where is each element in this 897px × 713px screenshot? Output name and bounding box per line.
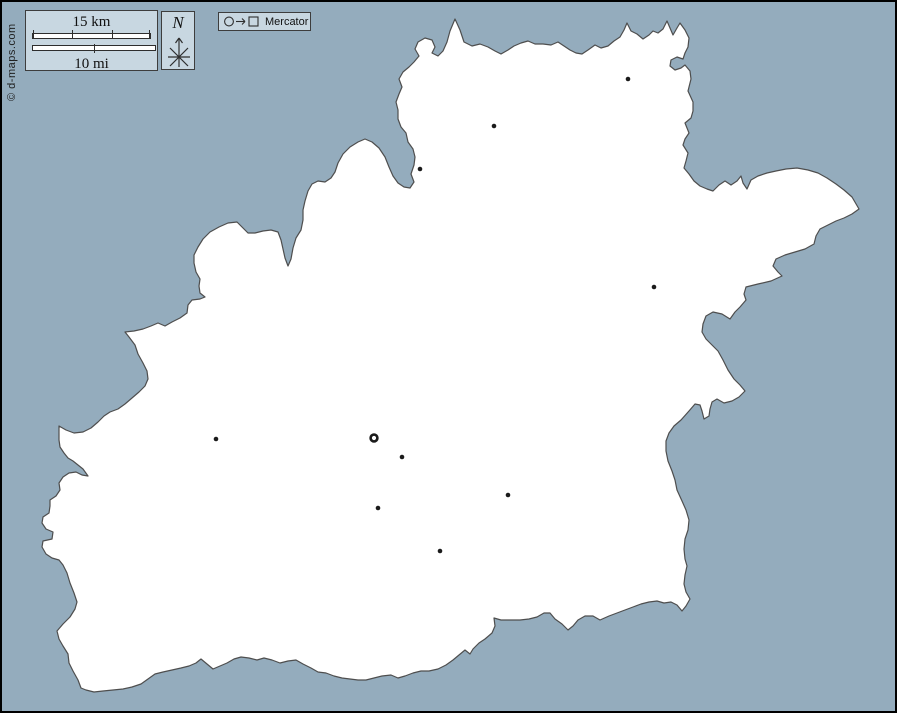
projection-label: Mercator [265,16,308,28]
scale-tick [149,30,150,39]
compass-rose-icon [162,34,196,71]
circle-icon [225,17,234,26]
city-dot [492,124,497,129]
city-dot [376,506,381,511]
city-dot [626,77,631,82]
scale-tick [94,44,95,53]
city-dot [438,549,443,554]
capital-city-marker [371,435,378,442]
north-arrow-box: N [161,11,195,70]
map-canvas: © d-maps.com 15 km 10 mi N [0,0,897,713]
scale-km-bar [32,33,151,39]
scale-tick [33,30,34,39]
city-dot [400,455,405,460]
map-svg [2,2,897,713]
projection-symbols-icon [223,15,261,28]
projection-box: Mercator [218,12,311,31]
scale-tick [112,30,113,39]
scale-bar-box: 15 km 10 mi [25,10,158,71]
scale-tick [72,30,73,39]
city-dot [214,437,219,442]
scale-km-label: 15 km [26,15,157,30]
scale-mi-bar [32,45,156,51]
copyright-watermark: © d-maps.com [6,23,18,101]
city-dot [652,285,657,290]
region-outline [42,19,859,692]
city-dot [418,167,423,172]
city-dot [506,493,511,498]
scale-mi-label: 10 mi [26,57,157,72]
north-label: N [162,14,194,33]
square-icon [249,17,258,26]
